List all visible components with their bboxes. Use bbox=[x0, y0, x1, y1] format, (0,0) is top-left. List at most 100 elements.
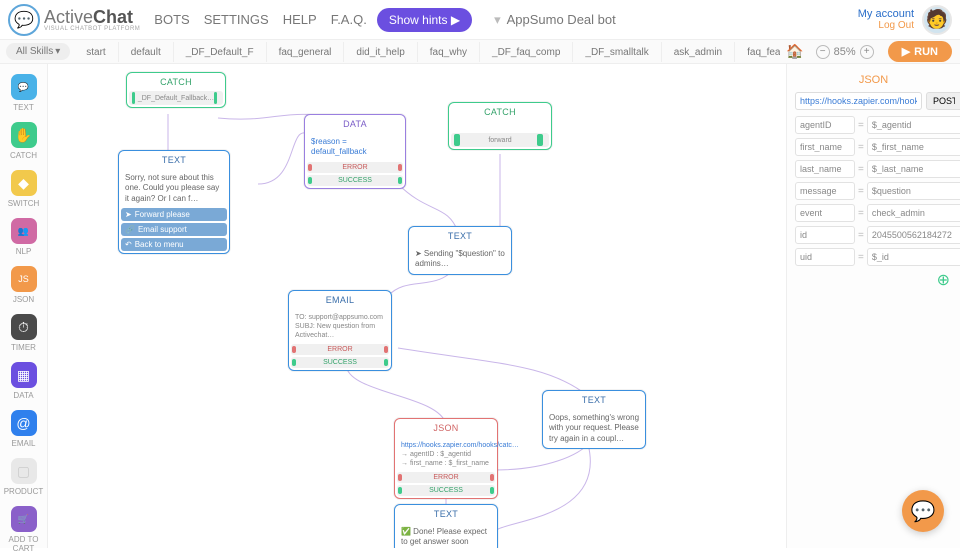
node-title: CATCH bbox=[127, 73, 225, 91]
param-name-input[interactable] bbox=[795, 160, 855, 178]
param-value-input[interactable] bbox=[867, 248, 960, 266]
zoom-out-button[interactable]: − bbox=[816, 45, 830, 59]
add-param-button[interactable]: ⊕ bbox=[795, 270, 952, 290]
option-email-support[interactable]: 🔗Email support bbox=[121, 223, 227, 236]
email-icon: @ bbox=[11, 410, 37, 436]
flow-canvas[interactable]: CATCH _DF_Default_Fallback… TEXT Sorry, … bbox=[48, 64, 786, 548]
param-name-input[interactable] bbox=[795, 248, 855, 266]
avatar[interactable]: 🧑 bbox=[922, 5, 952, 35]
nav-settings[interactable]: SETTINGS bbox=[204, 12, 269, 27]
tool-email[interactable]: @EMAIL bbox=[3, 406, 45, 452]
data-expression: $reason = default_fallback bbox=[305, 133, 405, 162]
json-url-input[interactable] bbox=[795, 92, 922, 110]
nav-faq[interactable]: F.A.Q. bbox=[331, 12, 367, 27]
tool-label: PRODUCT bbox=[3, 487, 45, 496]
node-text-error[interactable]: TEXT Oops, something's wrong with your r… bbox=[542, 390, 646, 449]
json-url: https://hooks.zapier.com/hooks/catc… bbox=[401, 441, 491, 450]
skill-tab[interactable]: ask_admin bbox=[662, 42, 735, 62]
skill-tab[interactable]: faq_why bbox=[418, 42, 480, 62]
param-row: =🗑 bbox=[795, 182, 952, 200]
skill-tab[interactable]: default bbox=[119, 42, 174, 62]
param-name-input[interactable] bbox=[795, 226, 855, 244]
param-value-input[interactable] bbox=[867, 226, 960, 244]
node-text-sorry[interactable]: TEXT Sorry, not sure about this one. Cou… bbox=[118, 150, 230, 254]
param-value-input[interactable] bbox=[867, 160, 960, 178]
node-title: TEXT bbox=[395, 505, 497, 523]
skill-tab[interactable]: faq_general bbox=[267, 42, 345, 62]
tool-label: SWITCH bbox=[3, 199, 45, 208]
equals-label: = bbox=[858, 230, 864, 241]
node-json-zapier[interactable]: JSON https://hooks.zapier.com/hooks/catc… bbox=[394, 418, 498, 499]
param-name-input[interactable] bbox=[795, 204, 855, 222]
tool-nlp[interactable]: 👥NLP bbox=[3, 214, 45, 260]
tool-switch[interactable]: ◆SWITCH bbox=[3, 166, 45, 212]
http-method-select[interactable]: POST bbox=[926, 92, 960, 110]
json-param-1: → agentID : $_agentid bbox=[401, 450, 491, 459]
data-icon: ▦ bbox=[11, 362, 37, 388]
node-title: JSON bbox=[395, 419, 497, 437]
tool-json[interactable]: JSJSON bbox=[3, 262, 45, 308]
status-error: ERROR bbox=[307, 162, 403, 173]
tool-product[interactable]: ▢PRODUCT bbox=[3, 454, 45, 500]
run-button[interactable]: ▶RUN bbox=[888, 41, 952, 62]
show-hints-button[interactable]: Show hints ▶ bbox=[377, 8, 472, 32]
node-title: TEXT bbox=[543, 391, 645, 409]
skill-tab[interactable]: did_it_help bbox=[344, 42, 417, 62]
param-value-input[interactable] bbox=[867, 116, 960, 134]
my-account-link[interactable]: My account bbox=[858, 8, 914, 20]
node-email[interactable]: EMAIL TO: support@appsumo.com SUBJ: New … bbox=[288, 290, 392, 371]
skill-tab[interactable]: _DF_Default_F bbox=[174, 42, 267, 62]
param-row: =🗑 bbox=[795, 116, 952, 134]
skill-tab[interactable]: start bbox=[74, 42, 118, 62]
node-catch-forward[interactable]: CATCH forward bbox=[448, 102, 552, 150]
catch-event-label: _DF_Default_Fallback… bbox=[138, 94, 214, 103]
skill-tab[interactable]: _DF_faq_comp bbox=[480, 42, 573, 62]
nav-help[interactable]: HELP bbox=[283, 12, 317, 27]
node-data-reason[interactable]: DATA $reason = default_fallback ERROR SU… bbox=[304, 114, 406, 189]
bot-name: AppSumo Deal bot bbox=[507, 12, 616, 27]
add to cart-icon: 🛒 bbox=[11, 506, 37, 532]
param-row: =🗑 bbox=[795, 226, 952, 244]
param-name-input[interactable] bbox=[795, 182, 855, 200]
option-back-to-menu[interactable]: ↶Back to menu bbox=[121, 238, 227, 251]
all-skills-dropdown[interactable]: All Skills▾ bbox=[6, 43, 70, 60]
skill-tab[interactable]: faq_features bbox=[735, 42, 780, 62]
tool-add-to-cart[interactable]: 🛒ADD TO CART bbox=[3, 502, 45, 557]
tool-timer[interactable]: ⏱TIMER bbox=[3, 310, 45, 356]
param-name-input[interactable] bbox=[795, 116, 855, 134]
option-label: Email support bbox=[138, 225, 187, 234]
param-value-input[interactable] bbox=[867, 182, 960, 200]
app-header: 💬 ActiveChat VISUAL CHATBOT PLATFORM BOT… bbox=[0, 0, 960, 40]
logo[interactable]: 💬 ActiveChat VISUAL CHATBOT PLATFORM bbox=[8, 4, 140, 36]
node-catch-fallback[interactable]: CATCH _DF_Default_Fallback… bbox=[126, 72, 226, 108]
param-name-input[interactable] bbox=[795, 138, 855, 156]
status-error: ERROR bbox=[291, 344, 389, 355]
node-title: DATA bbox=[305, 115, 405, 133]
equals-label: = bbox=[858, 142, 864, 153]
param-value-input[interactable] bbox=[867, 204, 960, 222]
nav-bots[interactable]: BOTS bbox=[154, 12, 189, 27]
json-icon: JS bbox=[11, 266, 37, 292]
node-body: ➤ Sending "$question" to admins… bbox=[409, 245, 511, 274]
home-icon[interactable]: 🏠 bbox=[780, 43, 809, 60]
tool-label: NLP bbox=[3, 247, 45, 256]
run-label: RUN bbox=[914, 46, 938, 58]
status-success: SUCCESS bbox=[291, 357, 389, 368]
tool-data[interactable]: ▦DATA bbox=[3, 358, 45, 404]
logout-link[interactable]: Log Out bbox=[858, 20, 914, 31]
option-forward[interactable]: ➤Forward please bbox=[121, 208, 227, 221]
zoom-in-button[interactable]: + bbox=[860, 45, 874, 59]
node-title: TEXT bbox=[119, 151, 229, 169]
node-text-sending[interactable]: TEXT ➤ Sending "$question" to admins… bbox=[408, 226, 512, 275]
tool-label: TEXT bbox=[3, 103, 45, 112]
bot-selector[interactable]: ▾ AppSumo Deal bot bbox=[494, 12, 616, 28]
tool-text[interactable]: 💬TEXT bbox=[3, 70, 45, 116]
logo-text-main: Active bbox=[44, 7, 93, 27]
link-icon: 🔗 bbox=[125, 225, 135, 234]
param-value-input[interactable] bbox=[867, 138, 960, 156]
node-text-done[interactable]: TEXT ✅ Done! Please expect to get answer… bbox=[394, 504, 498, 548]
intercom-chat-button[interactable]: 💬 bbox=[902, 490, 944, 532]
logo-icon: 💬 bbox=[8, 4, 40, 36]
tool-catch[interactable]: ✋CATCH bbox=[3, 118, 45, 164]
skill-tab[interactable]: _DF_smalltalk bbox=[573, 42, 661, 62]
